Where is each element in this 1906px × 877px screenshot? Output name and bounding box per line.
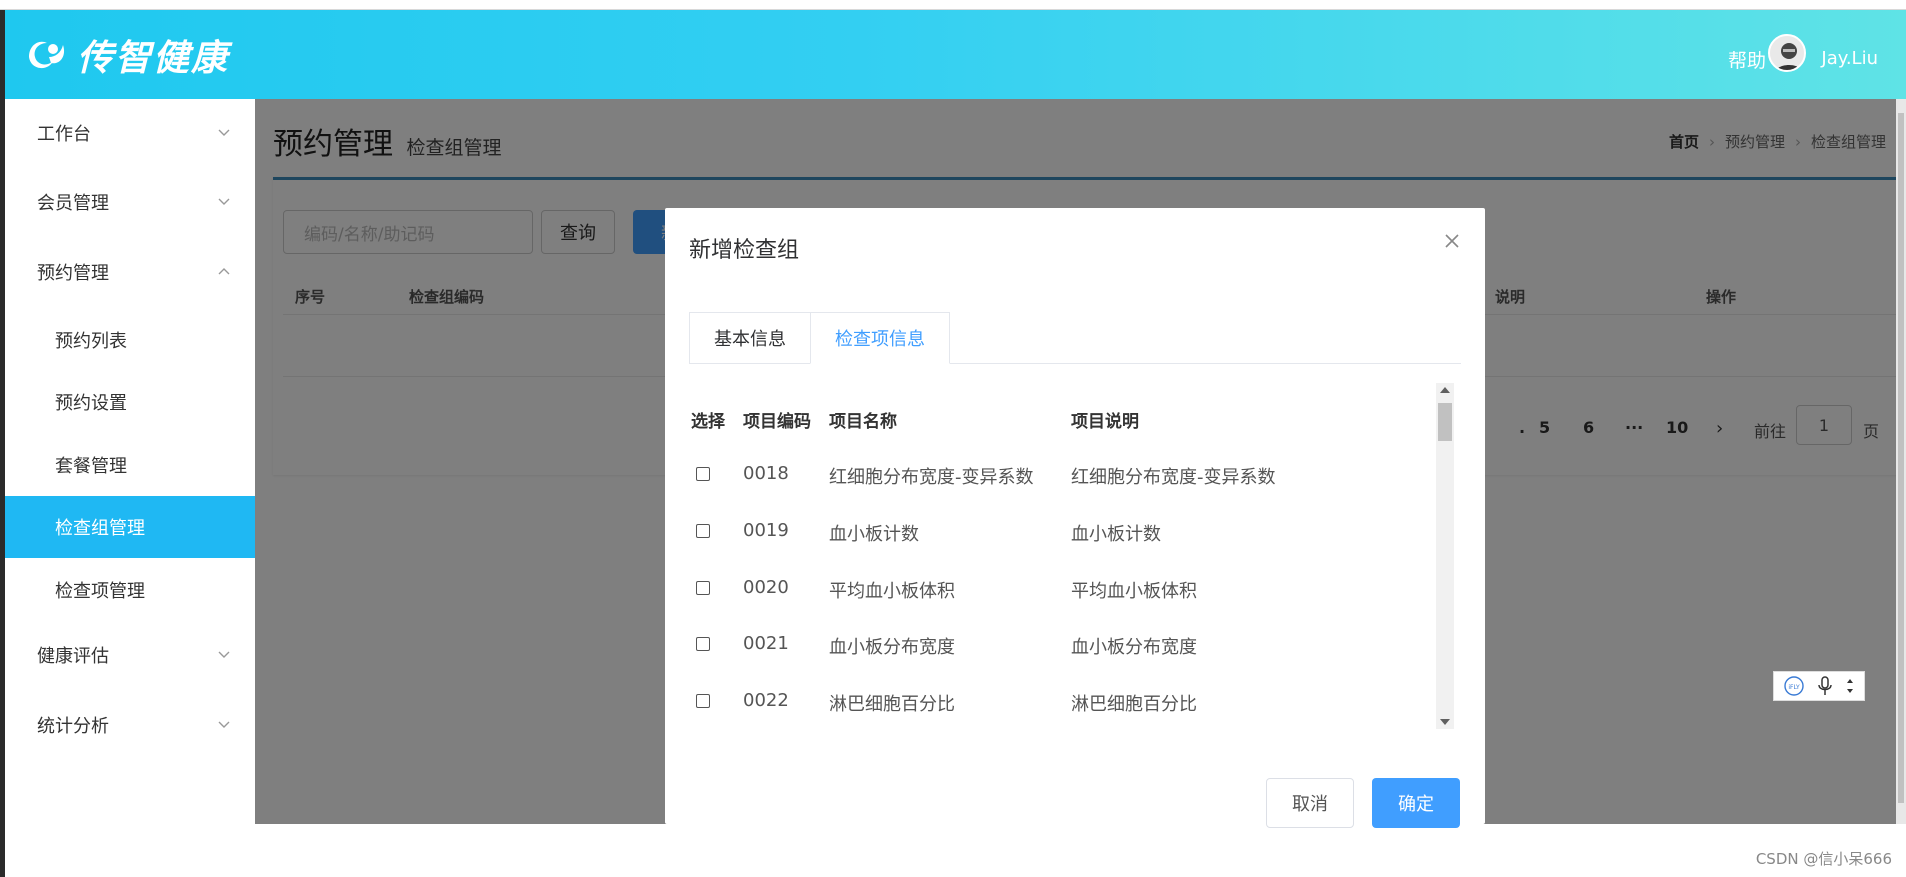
sidebar-item-checkitems[interactable]: 检查项管理 [5,559,255,621]
sidebar-item-members[interactable]: 会员管理 [5,171,255,233]
sidebar-item-label: 健康评估 [37,646,109,667]
watermark: CSDN @信小呆666 [1755,850,1892,868]
avatar[interactable] [1768,34,1806,72]
row-name: 血小板计数 [829,524,919,545]
sidebar-item-label: 工作台 [37,124,91,145]
sidebar-item-label: 预约列表 [55,331,127,352]
row-desc: 淋巴细胞百分比 [1071,694,1197,715]
table-row[interactable]: 0018 红细胞分布宽度-变异系数 红细胞分布宽度-变异系数 [689,455,1437,512]
row-code: 0022 [743,690,789,711]
dialog-list-scrollbar[interactable] [1436,383,1454,729]
row-checkbox[interactable] [696,467,710,481]
tab-checkitem-info[interactable]: 检查项信息 [810,312,950,364]
sidebar-item-label: 检查组管理 [55,518,145,539]
help-link[interactable]: 帮助 [1728,46,1766,73]
user-avatar-icon [1770,36,1804,70]
app-window: 传智健康 帮助 Jay.Liu 工作台 会员管理 预约管理 预约列表 预约设置 … [0,0,1906,877]
row-code: 0019 [743,520,789,541]
chevron-down-icon [218,651,230,658]
sidebar-item-label: 会员管理 [37,193,109,214]
username[interactable]: Jay.Liu [1821,48,1878,69]
voice-input-widget[interactable]: iFLY [1773,671,1865,701]
ifly-icon[interactable]: iFLY [1783,675,1805,697]
row-checkbox[interactable] [696,694,710,708]
row-name: 淋巴细胞百分比 [829,694,955,715]
row-checkbox[interactable] [696,581,710,595]
page-scrollbar[interactable] [1896,99,1906,824]
chevron-down-icon [218,198,230,205]
table-row[interactable]: 0019 血小板计数 血小板计数 [689,512,1437,569]
dialog-tabs: 基本信息 检查项信息 [689,312,1461,364]
column-name: 项目名称 [829,412,897,432]
row-code: 0021 [743,633,789,654]
microphone-icon[interactable] [1816,675,1834,697]
tab-basic-info[interactable]: 基本信息 [689,312,811,364]
chevron-down-icon [218,129,230,136]
table-row[interactable]: 0022 淋巴细胞百分比 淋巴细胞百分比 [689,682,1437,729]
column-desc: 项目说明 [1071,412,1139,432]
column-select: 选择 [691,412,725,432]
sidebar-item-checkgroups[interactable]: 检查组管理 [5,496,255,558]
scrollbar-thumb[interactable] [1438,403,1452,441]
cancel-button[interactable]: 取消 [1266,778,1354,828]
row-desc: 血小板分布宽度 [1071,637,1197,658]
sidebar-item-label: 统计分析 [37,716,109,737]
confirm-button[interactable]: 确定 [1372,778,1460,828]
page-scrollbar-thumb[interactable] [1898,113,1904,803]
add-checkgroup-dialog: 新增检查组 基本信息 检查项信息 选择 项目编码 项目名称 项目说明 0018 … [665,208,1485,828]
more-options-icon[interactable] [1845,675,1855,697]
row-name: 平均血小板体积 [829,581,955,602]
row-name: 血小板分布宽度 [829,637,955,658]
chevron-down-icon [218,721,230,728]
scroll-up-icon[interactable] [1440,387,1450,393]
logo[interactable]: 传智健康 [23,32,230,79]
chevron-up-icon [218,268,230,275]
table-row[interactable]: 0020 平均血小板体积 平均血小板体积 [689,569,1437,626]
close-icon[interactable] [1443,232,1461,250]
sidebar-item-label: 预约设置 [55,393,127,414]
dialog-title: 新增检查组 [689,238,800,263]
row-checkbox[interactable] [696,637,710,651]
sidebar-item-appointments[interactable]: 预约管理 [5,241,255,303]
row-code: 0018 [743,463,789,484]
sidebar-item-health-assessment[interactable]: 健康评估 [5,624,255,686]
sidebar-item-statistics[interactable]: 统计分析 [5,694,255,756]
sidebar-item-label: 预约管理 [37,263,109,284]
header: 传智健康 帮助 Jay.Liu [5,10,1906,99]
row-code: 0020 [743,577,789,598]
sidebar-item-appointment-settings[interactable]: 预约设置 [5,371,255,433]
sidebar-item-label: 套餐管理 [55,456,127,477]
svg-text:iFLY: iFLY [1789,684,1801,691]
browser-edge [0,0,1906,10]
column-code: 项目编码 [743,412,811,432]
row-checkbox[interactable] [696,524,710,538]
logo-icon [29,41,65,69]
sidebar: 工作台 会员管理 预约管理 预约列表 预约设置 套餐管理 检查组管理 检查项管理… [5,99,255,824]
checkitem-list: 选择 项目编码 项目名称 项目说明 0018 红细胞分布宽度-变异系数 红细胞分… [689,383,1461,729]
row-desc: 平均血小板体积 [1071,581,1197,602]
row-name: 红细胞分布宽度-变异系数 [829,467,1034,488]
row-desc: 血小板计数 [1071,524,1161,545]
row-desc: 红细胞分布宽度-变异系数 [1071,467,1276,488]
scroll-down-icon[interactable] [1440,719,1450,725]
sidebar-item-appointment-list[interactable]: 预约列表 [5,309,255,371]
sidebar-item-packages[interactable]: 套餐管理 [5,434,255,496]
table-row[interactable]: 0021 血小板分布宽度 血小板分布宽度 [689,625,1437,682]
sidebar-item-workbench[interactable]: 工作台 [5,102,255,164]
logo-text: 传智健康 [77,37,230,79]
sidebar-item-label: 检查项管理 [55,581,145,602]
